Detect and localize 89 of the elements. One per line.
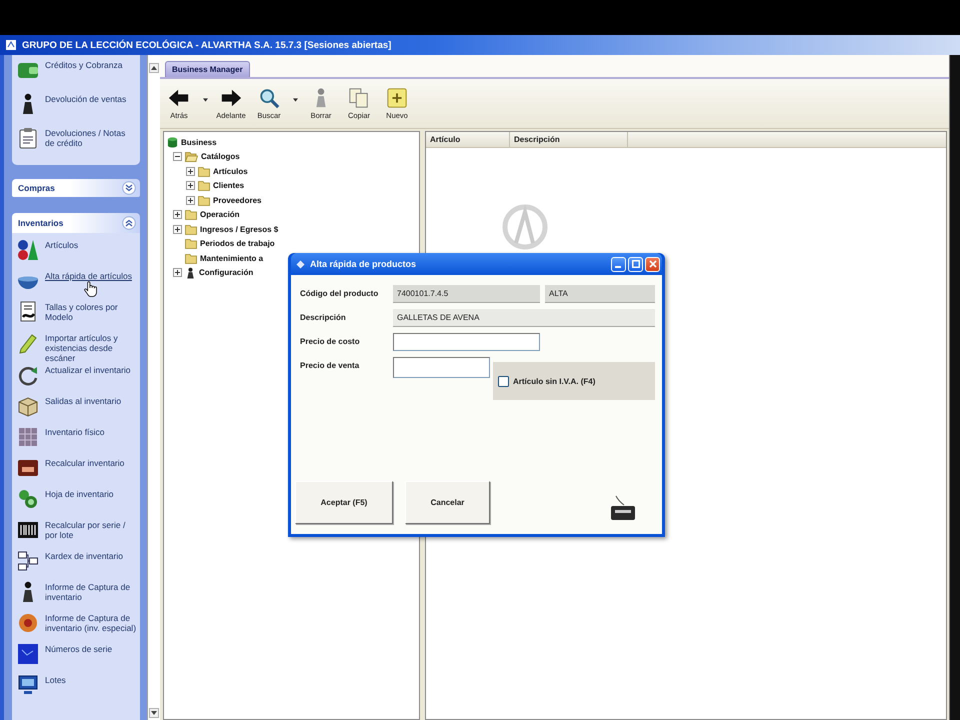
tree-item[interactable]: Operación <box>200 210 240 220</box>
tab[interactable]: Business Manager <box>165 61 250 77</box>
column-header[interactable]: Descripción <box>510 132 628 147</box>
box-icon <box>17 395 39 417</box>
sidebar-link[interactable]: Devoluciones / Notas de crédito <box>17 127 137 157</box>
close-icon <box>648 260 656 268</box>
hand-cursor-icon <box>84 281 98 298</box>
clipboard-icon <box>17 127 39 149</box>
task-group-header[interactable]: Compras <box>12 179 140 197</box>
field-label: Código del producto <box>300 288 380 300</box>
computer-icon <box>17 674 39 696</box>
refresh-icon <box>17 364 39 386</box>
column-header[interactable]: Artículo <box>426 132 510 147</box>
sidebar-link[interactable]: Números de serie <box>17 643 137 673</box>
back-arrow-icon <box>168 87 190 109</box>
maximize-icon <box>632 260 640 268</box>
sidebar-link[interactable]: Actualizar el inventario <box>17 364 137 394</box>
expand-icon[interactable] <box>173 224 182 234</box>
input-field[interactable] <box>393 357 490 378</box>
sidebar-link[interactable]: Alta rápida de artículos <box>17 270 137 300</box>
dialog-title: Alta rápida de productos <box>310 259 416 269</box>
sidebar-link[interactable]: Salidas al inventario <box>17 395 137 425</box>
checkbox-label[interactable]: Artículo sin I.V.A. (F4) <box>513 376 596 386</box>
sidebar-link[interactable]: Recalcular por serie / por lote <box>17 519 137 549</box>
grid-icon <box>17 426 39 448</box>
tree-item[interactable]: Configuración <box>199 268 254 278</box>
tree-item[interactable]: Periodos de trabajo <box>200 239 275 248</box>
calculator-icon <box>17 457 39 479</box>
tree-item[interactable]: Clientes <box>213 181 244 190</box>
printer-icon <box>610 494 636 522</box>
tree-item[interactable]: Business <box>181 138 217 147</box>
sidebar-link[interactable]: Recalcular inventario <box>17 457 137 487</box>
window-title: GRUPO DE LA LECCIÓN ECOLÓGICA - ALVARTHA S.A. 15.7.3 [Sesiones abiertas] <box>22 40 392 50</box>
checkbox[interactable] <box>498 376 509 386</box>
field-value: GALLETAS DE AVENA <box>393 309 655 327</box>
monitor-icon <box>17 643 39 665</box>
barcode-icon <box>17 519 39 541</box>
field-label: Precio de venta <box>300 360 360 372</box>
sidebar-link[interactable]: Hoja de inventario <box>17 488 137 518</box>
expand-icon[interactable] <box>186 181 195 190</box>
diamond-icon <box>296 260 305 268</box>
caret-icon[interactable] <box>292 98 298 102</box>
scroll-down-button[interactable] <box>149 708 159 718</box>
tree-item[interactable]: Artículos <box>213 166 248 176</box>
task-group-header[interactable]: Inventarios <box>12 213 140 233</box>
scroll-up-button[interactable] <box>149 63 159 73</box>
expand-icon[interactable] <box>173 268 182 278</box>
tree-item[interactable]: Catálogos <box>201 152 240 162</box>
sidebar-link[interactable]: Créditos y Cobranza <box>17 59 137 89</box>
sidebar-link[interactable]: Informe de Captura de inventario (inv. especial) <box>17 612 137 642</box>
status-field: ALTA <box>545 285 655 303</box>
expand-icon[interactable] <box>186 196 195 205</box>
shapes-icon <box>17 239 39 261</box>
field-label: Precio de costo <box>300 336 361 348</box>
circle-logo-icon <box>502 204 548 250</box>
close-button[interactable] <box>645 256 660 272</box>
sidebar-link[interactable]: Importar artículos y existencias desde escáner <box>17 332 137 363</box>
collapse-icon[interactable] <box>173 152 182 162</box>
tree-item[interactable]: Proveedores <box>213 196 262 205</box>
expand-icon[interactable] <box>186 166 195 176</box>
pencil-icon <box>17 332 39 354</box>
maximize-button[interactable] <box>628 256 643 272</box>
up-arrow-icon <box>151 66 157 70</box>
input-field[interactable] <box>393 333 540 351</box>
field-value: 7400101.7.4.5 <box>393 285 540 303</box>
search-icon <box>258 87 280 109</box>
plus-square-icon <box>386 87 408 109</box>
tree-item[interactable]: Mantenimiento a <box>200 254 264 263</box>
down-arrow-icon <box>151 711 157 715</box>
caret-icon[interactable] <box>202 98 208 102</box>
sidebar-link[interactable]: Informe de Captura de inventario <box>17 581 137 611</box>
forward-arrow-icon <box>220 87 242 109</box>
sidebar-link[interactable]: Kardex de inventario <box>17 550 137 580</box>
sidebar-link[interactable]: Lotes <box>17 674 137 704</box>
sidebar-link[interactable]: Tallas y colores por Modelo <box>17 301 137 331</box>
accept-button[interactable]: Aceptar (F5) <box>295 481 393 524</box>
coins-icon <box>17 488 39 510</box>
app-icon <box>5 39 17 51</box>
copy-icon <box>348 87 370 109</box>
field-label: Descripción <box>300 312 347 324</box>
minimize-button[interactable] <box>611 256 626 272</box>
cancel-button[interactable]: Cancelar <box>405 481 490 524</box>
sidebar-link[interactable]: Inventario físico <box>17 426 137 456</box>
network-icon <box>17 550 39 572</box>
tree-item[interactable]: Ingresos / Egresos $ <box>200 224 278 234</box>
sidebar-link[interactable]: Devolución de ventas <box>17 93 137 123</box>
expand-icon[interactable] <box>173 210 182 220</box>
medal-icon <box>17 612 39 634</box>
sidebar-link[interactable]: Artículos <box>17 239 137 269</box>
